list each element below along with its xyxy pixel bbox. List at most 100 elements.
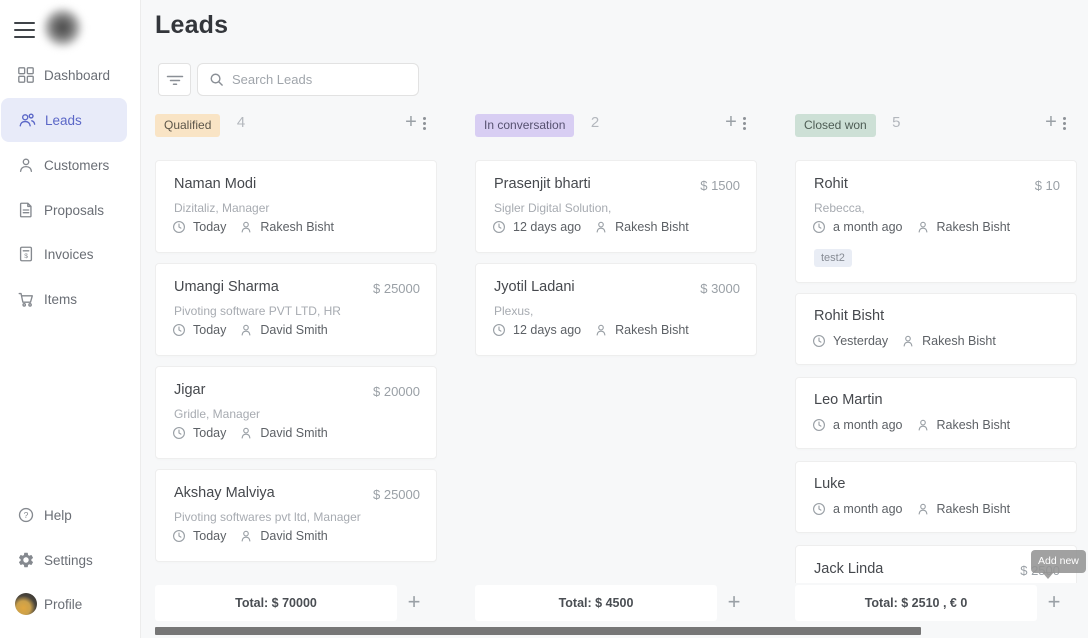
lead-amount: $ 1500 [700,178,740,193]
sidebar-item-items[interactable]: Items [0,277,141,321]
sidebar-item-label: Leads [45,113,82,128]
lead-date: a month ago [833,502,903,516]
person-icon [916,418,930,432]
lead-card[interactable]: Jigar $ 20000 Gridle, Manager Today Davi… [155,366,437,459]
lead-date: a month ago [833,418,903,432]
clock-icon [492,323,506,337]
sidebar-item-label: Dashboard [44,68,110,83]
filter-icon [166,73,184,87]
lead-name: Jack Linda [814,561,883,577]
column-total: Total: $ 4500 [475,585,717,621]
search-input[interactable] [232,72,402,87]
lead-name: Prasenjit bharti [494,176,591,192]
clock-icon [812,502,826,516]
sidebar-item-label: Customers [44,158,109,173]
sidebar-item-profile[interactable]: Profile [0,582,141,626]
column-count: 5 [892,114,900,131]
add-lead-bottom-button[interactable]: + [1044,589,1064,615]
lead-owner: Rakesh Bisht [937,418,1011,432]
lead-card[interactable]: Akshay Malviya $ 25000 Pivoting software… [155,469,437,562]
sidebar-item-label: Settings [44,553,93,568]
add-lead-button[interactable]: + [402,112,420,132]
column-menu-icon[interactable] [1063,117,1066,132]
column-menu-icon[interactable] [423,117,426,132]
hamburger-menu-icon[interactable] [14,22,35,38]
lead-name: Leo Martin [814,392,883,408]
person-icon [594,220,608,234]
person-icon [594,323,608,337]
person-icon [239,323,253,337]
search-box[interactable] [197,63,419,96]
sidebar: Dashboard Leads Customers Proposals $ In [0,0,141,638]
add-lead-button[interactable]: + [1042,112,1060,132]
person-icon [916,502,930,516]
invoices-icon: $ [17,245,35,263]
lead-owner: Rakesh Bisht [937,220,1011,234]
lead-card[interactable]: Naman Modi Dizitaliz, Manager Today Rake… [155,160,437,253]
lead-amount: $ 25000 [373,487,420,502]
shopping-cart-icon [17,290,35,308]
lead-date: Today [193,426,226,440]
lead-owner: Rakesh Bisht [260,220,334,234]
lead-owner: David Smith [260,323,327,337]
customers-icon [17,156,35,174]
horizontal-scrollbar[interactable] [155,627,921,635]
lead-company: Sigler Digital Solution, [494,201,611,215]
lead-name: Jigar [174,382,205,398]
lead-card[interactable]: Prasenjit bharti $ 1500 Sigler Digital S… [475,160,757,253]
lead-card[interactable]: Jyotil Ladani $ 3000 Plexus, 12 days ago… [475,263,757,356]
sidebar-item-customers[interactable]: Customers [0,143,141,187]
add-lead-button[interactable]: + [722,112,740,132]
lead-card[interactable]: Rohit Bisht Yesterday Rakesh Bisht [795,293,1077,365]
column-total: Total: $ 2510 , € 0 [795,585,1037,621]
card-list: Rohit $ 10 Rebecca, a month ago Rakesh B… [795,143,1077,583]
lead-name: Jyotil Ladani [494,279,575,295]
add-lead-bottom-button[interactable]: + [724,589,744,615]
status-badge: Closed won [795,114,876,137]
sidebar-item-leads[interactable]: Leads [1,98,127,142]
sidebar-item-settings[interactable]: Settings [0,538,141,582]
sidebar-item-help[interactable]: ? Help [0,493,141,537]
sidebar-item-dashboard[interactable]: Dashboard [0,53,141,97]
person-icon [239,529,253,543]
column-qualified: Qualified 4 + Naman Modi Dizitaliz, Mana… [155,108,437,638]
clock-icon [812,418,826,432]
column-header: In conversation 2 + [475,108,757,143]
lead-name: Akshay Malviya [174,485,275,501]
lead-company: Rebecca, [814,201,865,215]
lead-card[interactable]: Leo Martin a month ago Rakesh Bisht [795,377,1077,449]
page-title: Leads [155,11,228,40]
lead-company: Pivoting softwares pvt ltd, Manager [174,510,361,524]
lead-company: Gridle, Manager [174,407,260,421]
column-menu-icon[interactable] [743,117,746,132]
sidebar-item-invoices[interactable]: $ Invoices [0,232,141,276]
card-list: Naman Modi Dizitaliz, Manager Today Rake… [155,143,437,583]
search-icon [209,72,224,87]
column-header: Qualified 4 + [155,108,437,143]
lead-company: Plexus, [494,304,533,318]
lead-owner: David Smith [260,426,327,440]
sidebar-item-label: Proposals [44,203,104,218]
person-icon [239,220,253,234]
column-count: 2 [591,114,599,131]
add-lead-bottom-button[interactable]: + [404,589,424,615]
lead-date: Today [193,323,226,337]
lead-owner: Rakesh Bisht [922,334,996,348]
app-logo[interactable] [44,9,81,46]
lead-date: a month ago [833,220,903,234]
lead-name: Naman Modi [174,176,256,192]
sidebar-item-label: Help [44,508,72,523]
clock-icon [492,220,506,234]
lead-card[interactable]: Umangi Sharma $ 25000 Pivoting software … [155,263,437,356]
status-badge: Qualified [155,114,220,137]
clock-icon [172,220,186,234]
sidebar-item-label: Profile [44,597,82,612]
lead-company: Pivoting software PVT LTD, HR [174,304,341,318]
sidebar-item-label: Items [44,292,77,307]
proposals-icon [17,201,35,219]
clock-icon [172,529,186,543]
sidebar-item-proposals[interactable]: Proposals [0,188,141,232]
filter-button[interactable] [158,63,191,96]
lead-card[interactable]: Rohit $ 10 Rebecca, a month ago Rakesh B… [795,160,1077,283]
lead-card[interactable]: Luke a month ago Rakesh Bisht [795,461,1077,533]
